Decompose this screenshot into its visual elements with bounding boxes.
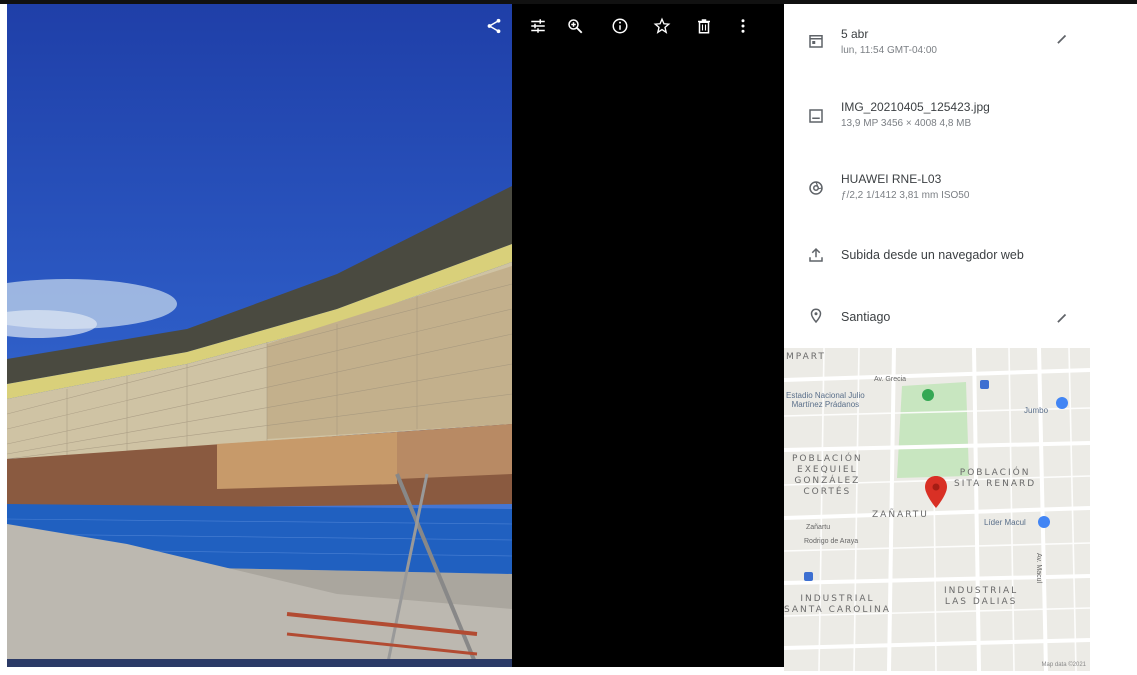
street-rodrigo-araya: Rodrigo de Araya (804, 538, 859, 545)
zoom-icon[interactable] (563, 14, 587, 38)
upload-row: Subida desde un navegador web (784, 244, 1084, 268)
map-label-poblacion-exequiel: POBLACIÓN EXEQUIEL GONZÁLEZ CORTÉS (792, 454, 863, 497)
location-pin-icon (806, 306, 826, 326)
camera-title: HUAWEI RNE-L03 (841, 172, 942, 186)
street-zanartu: Zañartu (806, 524, 831, 531)
camera-row: HUAWEI RNE-L03 ƒ/2,2 1/1412 3,81 mm ISO5… (784, 169, 1084, 209)
poi-lider[interactable]: Líder Macul (984, 518, 1026, 527)
calendar-icon (806, 31, 826, 51)
camera-icon (806, 178, 826, 198)
upload-text: Subida desde un navegador web (841, 248, 1024, 262)
location-row: Santiago (784, 306, 1084, 330)
poi-estadio[interactable]: Estadio Nacional Julio Martínez Prádanos (786, 391, 865, 409)
photo (7, 4, 512, 667)
edit-location-icon[interactable] (1055, 311, 1071, 327)
upload-icon (806, 245, 826, 265)
date-row: 5 abr lun, 11:54 GMT-04:00 (784, 24, 1084, 64)
camera-subtitle: ƒ/2,2 1/1412 3,81 mm ISO50 (841, 190, 970, 201)
date-title: 5 abr (841, 27, 869, 41)
street-av-grecia: Av. Grecia (874, 376, 907, 383)
delete-icon[interactable] (692, 14, 716, 38)
map-label-industrial-santa: INDUSTRIAL SANTA CAROLINA (784, 594, 891, 615)
map-attribution: Map data ©2021 (1041, 662, 1086, 668)
info-panel: 5 abr lun, 11:54 GMT-04:00 IMG_20210405_… (784, 4, 1137, 675)
file-subtitle: 13,9 MP 3456 × 4008 4,8 MB (841, 118, 972, 129)
poi-jumbo[interactable]: Jumbo (1024, 406, 1048, 415)
edit-date-icon[interactable] (1055, 32, 1071, 48)
file-row: IMG_20210405_125423.jpg 13,9 MP 3456 × 4… (784, 97, 1084, 137)
map-label-poblacion-sita: POBLACIÓN SITA RENARD (954, 468, 1037, 489)
map-label-zanartu: ZAÑARTU (872, 510, 929, 520)
location-map[interactable]: MPART POBLACIÓN EXEQUIEL GONZÁLEZ CORTÉS… (784, 348, 1090, 671)
map-label-industrial-dalias: INDUSTRIAL LAS DALIAS (944, 586, 1019, 607)
more-vert-icon[interactable] (731, 14, 755, 38)
photo-viewer[interactable] (7, 4, 784, 667)
adjust-icon[interactable] (526, 14, 550, 38)
star-icon[interactable] (650, 14, 674, 38)
share-icon[interactable] (482, 14, 506, 38)
image-icon (806, 106, 826, 126)
date-subtitle: lun, 11:54 GMT-04:00 (841, 45, 937, 56)
map-label-top-left: MPART (786, 352, 826, 362)
street-av-macul: Av. Macul (1035, 553, 1042, 584)
location-text: Santiago (841, 310, 891, 324)
file-title: IMG_20210405_125423.jpg (841, 100, 990, 114)
info-icon[interactable] (608, 14, 632, 38)
